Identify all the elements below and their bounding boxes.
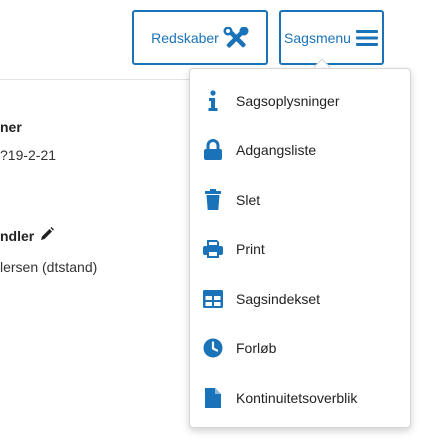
menu-item-kontinuitetsoverblik[interactable]: Kontinuitetsoverblik <box>190 380 410 416</box>
sagsmenu-button[interactable]: Sagsmenu <box>279 10 384 65</box>
pencil-icon[interactable] <box>40 227 55 244</box>
print-icon <box>202 238 224 260</box>
menu-item-forloeb[interactable]: Forløb <box>190 330 410 366</box>
menu-item-adgangsliste[interactable]: Adgangsliste <box>190 132 410 168</box>
menu-item-label: Sagsindekset <box>236 291 321 307</box>
tools-icon <box>223 26 249 49</box>
menu-item-print[interactable]: Print <box>190 231 410 267</box>
menu-item-label: Print <box>236 241 265 257</box>
redskaber-button[interactable]: Redskaber <box>132 10 268 65</box>
trash-icon <box>202 189 224 211</box>
menu-item-label: Kontinuitetsoverblik <box>236 390 358 406</box>
menu-item-sagsoplysninger[interactable]: Sagsoplysninger <box>190 83 410 119</box>
lock-icon <box>202 139 224 161</box>
field-value: lersen (dtstand) <box>0 259 98 275</box>
menu-item-label: Forløb <box>236 340 277 356</box>
sagsmenu-label: Sagsmenu <box>284 29 351 46</box>
info-icon <box>202 90 224 112</box>
hamburger-icon <box>355 28 379 48</box>
menu-item-slet[interactable]: Slet <box>190 182 410 218</box>
field-label: ner <box>0 119 22 135</box>
file-icon <box>202 387 224 409</box>
sagsmenu-dropdown: Sagsoplysninger Adgangsliste Slet Print … <box>189 68 411 428</box>
section-divider <box>0 79 190 80</box>
table-icon <box>202 288 224 310</box>
field-label-editable: ndler <box>0 227 55 244</box>
menu-item-label: Sagsoplysninger <box>236 93 340 109</box>
field-value: ?19-2-21 <box>0 147 57 163</box>
field-label-text: ndler <box>0 227 35 244</box>
clock-icon <box>202 337 224 359</box>
menu-item-label: Slet <box>236 192 261 208</box>
menu-item-label: Adgangsliste <box>236 142 317 158</box>
redskaber-label: Redskaber <box>151 29 219 46</box>
menu-item-sagsindekset[interactable]: Sagsindekset <box>190 281 410 317</box>
